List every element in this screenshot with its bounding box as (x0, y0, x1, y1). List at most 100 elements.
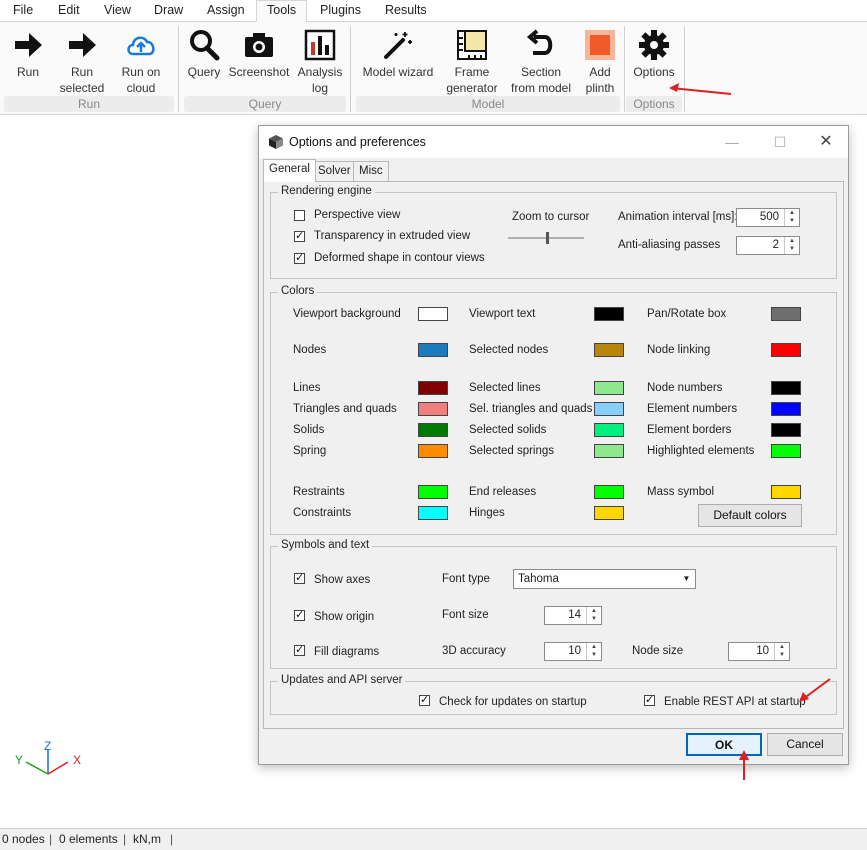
minimize-button[interactable]: — (717, 132, 747, 152)
chevron-down-icon[interactable]: ▼ (679, 571, 694, 587)
color-label-restraints: Restraints (293, 486, 345, 498)
color-label-viewport-background: Viewport background (293, 308, 401, 320)
zoom-slider[interactable] (508, 231, 584, 245)
color-swatch-selected-lines[interactable] (594, 381, 624, 395)
frame-grid-icon (457, 30, 487, 60)
deformed-checkbox[interactable] (294, 251, 305, 264)
run-button[interactable]: Run (4, 28, 52, 80)
analysis-log-button[interactable]: Analysis log (296, 28, 344, 96)
color-label-end-releases: End releases (469, 486, 537, 498)
spin-up-icon[interactable]: ▲ (785, 237, 799, 245)
color-label-constraints: Constraints (293, 507, 352, 519)
cancel-button[interactable]: Cancel (767, 733, 843, 756)
spin-up-icon[interactable]: ▲ (587, 643, 601, 651)
accuracy-spinner[interactable]: 10 ▲ ▼ (544, 642, 602, 661)
color-swatch-node-linking[interactable] (771, 343, 801, 357)
screenshot-button[interactable]: Screenshot (228, 28, 290, 80)
menu-assign[interactable]: Assign (207, 3, 245, 17)
tab-general[interactable]: General (263, 159, 316, 182)
fill-diagrams-checkbox[interactable] (294, 643, 305, 656)
query-button[interactable]: Query (184, 28, 224, 80)
gear-icon (639, 30, 669, 60)
spin-down-icon[interactable]: ▼ (775, 651, 789, 659)
color-label-selected-solids: Selected solids (469, 424, 547, 436)
color-label-nodes: Nodes (293, 344, 327, 356)
menu-results[interactable]: Results (385, 3, 427, 17)
frame-generator-button[interactable]: Frame generator (443, 28, 501, 96)
color-swatch-element-borders[interactable] (771, 423, 801, 437)
add-plinth-button[interactable]: Add plinth (580, 28, 620, 96)
spin-down-icon[interactable]: ▼ (587, 651, 601, 659)
maximize-button[interactable]: ☐ (765, 132, 795, 152)
color-swatch-constraints[interactable] (418, 506, 448, 520)
color-swatch-hinges[interactable] (594, 506, 624, 520)
color-swatch-element-numbers[interactable] (771, 402, 801, 416)
color-swatch-lines[interactable] (418, 381, 448, 395)
color-swatch-selected-nodes[interactable] (594, 343, 624, 357)
zoom-slider-thumb[interactable] (546, 232, 549, 244)
color-swatch-spring[interactable] (418, 444, 448, 458)
run-selected-button[interactable]: Run selected (56, 28, 108, 96)
rest-api-checkbox[interactable] (644, 693, 655, 706)
menu-file[interactable]: File (13, 3, 33, 17)
spin-up-icon[interactable]: ▲ (775, 643, 789, 651)
perspective-checkbox[interactable] (294, 210, 305, 221)
color-swatch-selected-springs[interactable] (594, 444, 624, 458)
show-axes-label: Show axes (314, 574, 371, 586)
undo-arrow-icon (526, 29, 553, 55)
check-updates-checkbox[interactable] (419, 693, 430, 706)
spin-down-icon[interactable]: ▼ (587, 615, 601, 623)
color-label-element-numbers: Element numbers (647, 403, 738, 415)
color-swatch-pan-rotate-box[interactable] (771, 307, 801, 321)
transparency-checkbox[interactable] (294, 229, 305, 242)
default-colors-button[interactable]: Default colors (698, 504, 802, 527)
menu-tools[interactable]: Tools (256, 0, 308, 22)
font-size-spinner[interactable]: 14 ▲ ▼ (544, 606, 602, 625)
spin-up-icon[interactable]: ▲ (785, 209, 799, 217)
color-label-solids: Solids (293, 424, 325, 436)
color-swatch-solids[interactable] (418, 423, 448, 437)
color-swatch-nodes[interactable] (418, 343, 448, 357)
tab-misc[interactable]: Misc (353, 161, 389, 181)
color-swatch-mass-symbol[interactable] (771, 485, 801, 499)
menu-plugins[interactable]: Plugins (320, 3, 361, 17)
show-origin-checkbox[interactable] (294, 608, 305, 621)
node-size-spinner[interactable]: 10 ▲ ▼ (728, 642, 790, 661)
menu-edit[interactable]: Edit (58, 3, 80, 17)
color-swatch-selected-solids[interactable] (594, 423, 624, 437)
color-swatch-node-numbers[interactable] (771, 381, 801, 395)
spin-up-icon[interactable]: ▲ (587, 607, 601, 615)
color-swatch-highlighted-elements[interactable] (771, 444, 801, 458)
menu-view[interactable]: View (104, 3, 131, 17)
spin-down-icon[interactable]: ▼ (785, 245, 799, 253)
color-swatch-sel-triangles-and-quads[interactable] (594, 402, 624, 416)
color-swatch-viewport-background[interactable] (418, 307, 448, 321)
model-wizard-button[interactable]: Model wizard (358, 28, 438, 80)
show-origin-label: Show origin (314, 611, 375, 623)
menu-draw[interactable]: Draw (154, 3, 183, 17)
tab-solver[interactable]: Solver (312, 161, 357, 181)
arrow-right-icon (69, 33, 96, 57)
options-button[interactable]: Options (628, 28, 680, 80)
animation-interval-spinner[interactable]: 500 ▲ ▼ (736, 208, 800, 227)
color-swatch-viewport-text[interactable] (594, 307, 624, 321)
options-dialog: Options and preferences — ☐ ✕ General So… (258, 125, 849, 765)
show-axes-checkbox[interactable] (294, 571, 305, 584)
transparency-label: Transparency in extruded view (314, 230, 471, 242)
color-swatch-end-releases[interactable] (594, 485, 624, 499)
color-label-mass-symbol: Mass symbol (647, 486, 715, 498)
perspective-label: Perspective view (314, 209, 401, 221)
run-on-cloud-button[interactable]: Run on cloud (114, 28, 168, 96)
close-button[interactable]: ✕ (811, 132, 841, 152)
dialog-titlebar[interactable]: Options and preferences — ☐ ✕ (259, 126, 848, 158)
axes-triad: Z X Y (12, 739, 92, 780)
anti-aliasing-spinner[interactable]: 2 ▲ ▼ (736, 236, 800, 255)
deformed-label: Deformed shape in contour views (314, 252, 485, 264)
color-swatch-triangles-and-quads[interactable] (418, 402, 448, 416)
font-size-label: Font size (442, 609, 489, 621)
font-type-select[interactable]: Tahoma ▼ (513, 569, 696, 589)
spin-down-icon[interactable]: ▼ (785, 217, 799, 225)
color-label-spring: Spring (293, 445, 327, 457)
color-swatch-restraints[interactable] (418, 485, 448, 499)
section-from-model-button[interactable]: Section from model (507, 28, 575, 96)
